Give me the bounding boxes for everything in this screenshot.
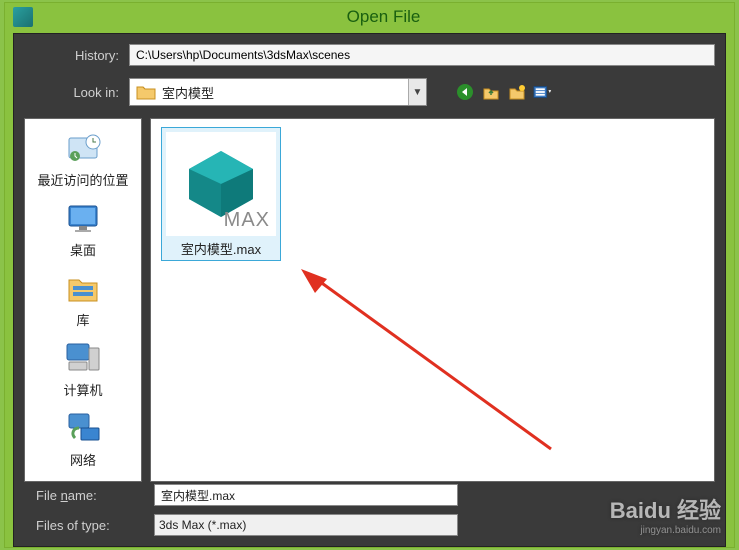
recent-places-icon — [62, 127, 104, 169]
filetype-row: Files of type: — [14, 510, 725, 540]
chevron-down-icon[interactable]: ▼ — [408, 79, 426, 105]
sidebar-item-desktop[interactable]: 桌面 — [58, 195, 108, 261]
computer-icon — [62, 337, 104, 379]
history-select[interactable] — [129, 44, 715, 66]
places-sidebar: 最近访问的位置 桌面 库 计算机 网络 — [24, 118, 142, 482]
history-label: History: — [24, 48, 119, 63]
app-icon — [13, 7, 33, 27]
lookin-row: Look in: 室内模型 ▼ — [14, 72, 725, 116]
history-row: History: — [14, 34, 725, 72]
file-thumbnail: MAX — [166, 132, 276, 236]
sidebar-item-network[interactable]: 网络 — [58, 405, 108, 471]
file-list-pane[interactable]: MAX 室内模型.max — [150, 118, 715, 482]
lookin-text: 室内模型 — [162, 83, 408, 102]
titlebar: Open File — [5, 3, 734, 31]
sidebar-item-libraries[interactable]: 库 — [58, 265, 108, 331]
filename-label: File name: — [24, 488, 144, 503]
sidebar-item-label: 库 — [76, 310, 89, 329]
sidebar-item-label: 最近访问的位置 — [37, 170, 128, 189]
folder-icon — [136, 83, 156, 101]
new-folder-icon[interactable] — [507, 82, 527, 102]
libraries-icon — [62, 267, 104, 309]
lookin-combo[interactable]: 室内模型 ▼ — [129, 78, 427, 106]
file-name-label: 室内模型.max — [166, 239, 276, 258]
lookin-label: Look in: — [24, 85, 119, 100]
dialog-body: History: Look in: 室内模型 ▼ — [13, 33, 726, 547]
filetype-label: Files of type: — [24, 518, 144, 533]
lookin-toolbar — [455, 82, 553, 102]
window-title: Open File — [33, 7, 734, 27]
filename-row: File name: — [14, 480, 725, 510]
bottom-controls: File name: Files of type: — [14, 480, 725, 540]
view-menu-icon[interactable] — [533, 82, 553, 102]
sidebar-item-computer[interactable]: 计算机 — [58, 335, 108, 401]
sidebar-item-label: 桌面 — [70, 240, 96, 259]
filetype-select[interactable] — [154, 514, 458, 536]
filename-input[interactable] — [154, 484, 458, 506]
annotation-arrow — [301, 269, 561, 459]
up-folder-icon[interactable] — [481, 82, 501, 102]
sidebar-item-label: 网络 — [70, 450, 96, 469]
open-file-dialog: Open File History: Look in: 室内模型 ▼ — [4, 2, 735, 548]
network-icon — [62, 407, 104, 449]
thumb-badge: MAX — [224, 209, 270, 232]
file-item-selected[interactable]: MAX 室内模型.max — [161, 127, 281, 261]
sidebar-item-recent[interactable]: 最近访问的位置 — [33, 125, 132, 191]
sidebar-item-label: 计算机 — [63, 380, 102, 399]
back-icon[interactable] — [455, 82, 475, 102]
main-area: 最近访问的位置 桌面 库 计算机 网络 — [14, 118, 725, 482]
desktop-icon — [62, 197, 104, 239]
